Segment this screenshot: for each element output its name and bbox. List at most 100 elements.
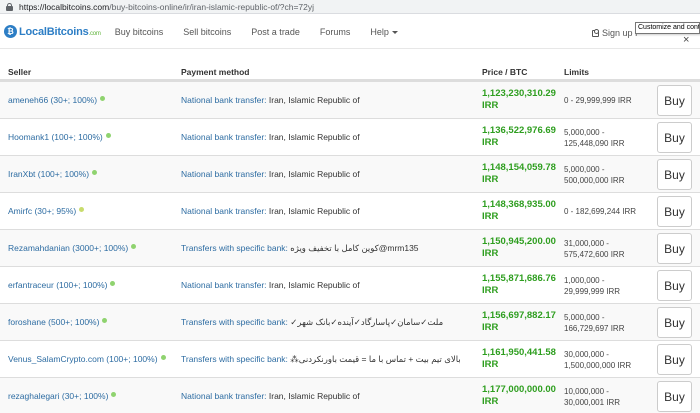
seller-link[interactable]: Amirfc (30+; 95%) [8,206,85,216]
price-per-btc: 1,155,871,686.76 IRR [482,273,556,296]
offers-table: Seller Payment method Price / BTC Limits… [0,63,700,413]
user-plus-icon [592,28,599,37]
payment-method-link[interactable]: National bank transfer: [181,169,267,179]
online-status-dot-icon [160,355,166,360]
payment-method: National bank transfer: Iran, Islamic Re… [181,169,360,179]
payment-method: National bank transfer: Iran, Islamic Re… [181,280,360,290]
payment-method: Transfers with specific bank: ⁂بالای تیم… [181,354,461,365]
payment-method: National bank transfer: Iran, Islamic Re… [181,95,360,105]
price-per-btc: 1,136,522,976.69 IRR [482,125,556,148]
seller-link[interactable]: foroshane (500+; 100%) [8,317,108,327]
payment-detail: Iran, Islamic Republic of [266,391,360,401]
trade-limits: 0 - 182,699,244 IRR [564,207,637,216]
seller-link[interactable]: Rezamahdanian (3000+; 100%) [8,243,137,253]
seller-link[interactable]: rezaghalegari (30+; 100%) [8,391,117,401]
buy-button[interactable]: Buy [657,381,692,412]
trade-limits: 1,000,000 -29,999,999 IRR [564,276,621,296]
payment-detail: Iran, Islamic Republic of [266,169,360,179]
trade-limits: 5,000,000 -166,729,697 IRR [564,313,625,333]
table-row: Amirfc (30+; 95%) National bank transfer:… [0,192,700,229]
buy-button[interactable]: Buy [657,196,692,227]
online-status-dot-icon [111,392,117,397]
buy-button[interactable]: Buy [657,233,692,264]
logo[interactable]: ₿ LocalBitcoins.com [4,25,101,38]
buy-button[interactable]: Buy [657,122,692,153]
online-status-dot-icon [131,244,137,249]
payment-detail: Iran, Islamic Republic of [266,132,360,142]
buy-button[interactable]: Buy [657,270,692,301]
bitcoin-logo-icon: ₿ [4,25,17,38]
payment-method-link[interactable]: Transfers with specific bank: [181,243,288,253]
close-icon[interactable]: × [683,34,689,46]
table-row: erfantraceur (100+; 100%) National bank t… [0,266,700,303]
seller-link[interactable]: Venus_SalamCrypto.com (100+; 100%) [8,354,166,364]
nav-buy-bitcoins[interactable]: Buy bitcoins [115,27,164,37]
table-row: Venus_SalamCrypto.com (100+; 100%) Transf… [0,340,700,377]
seller-link[interactable]: ameneh66 (30+; 100%) [8,95,106,105]
nav-post-a-trade[interactable]: Post a trade [251,27,300,37]
seller-link[interactable]: Hoomank1 (100+; 100%) [8,132,111,142]
browser-tooltip: Customize and cont [635,22,700,34]
buy-button[interactable]: Buy [657,344,692,375]
online-status-dot-icon [110,281,116,286]
table-row: rezaghalegari (30+; 100%) National bank t… [0,377,700,413]
payment-detail: ✓ملت✓سامان✓پاسارگاد✓آینده✓بانک شهر [287,317,444,327]
trade-limits: 5,000,000 -125,448,090 IRR [564,128,625,148]
payment-detail: Iran, Islamic Republic of [266,206,360,216]
payment-method-link[interactable]: National bank transfer: [181,206,267,216]
price-per-btc: 1,148,154,059.78 IRR [482,162,556,185]
payment-method-link[interactable]: Transfers with specific bank: [181,317,288,327]
trade-limits: 10,000,000 -30,000,001 IRR [564,387,621,407]
online-status-dot-icon [79,207,85,212]
table-row: foroshane (500+; 100%) Transfers with spe… [0,303,700,340]
table-header: Seller Payment method Price / BTC Limits [0,63,700,81]
price-per-btc: 1,150,945,200.00 IRR [482,236,556,259]
trade-limits: 30,000,000 -1,500,000,000 IRR [564,350,632,370]
payment-method: Transfers with specific bank: ‌کوین کامل… [181,243,419,254]
url-text[interactable]: https://localbitcoins.com/buy-bitcoins-o… [19,2,314,12]
chevron-down-icon [391,30,398,34]
trade-limits: 5,000,000 -500,000,000 IRR [564,165,625,185]
price-per-btc: 1,156,697,882.17 IRR [482,310,556,333]
header-payment-method: Payment method [181,67,250,77]
price-per-btc: 1,177,000,000.00 IRR [482,384,556,407]
payment-detail: ‌کوین کامل با تخفیف ویژه@mrm135 [287,243,419,253]
trade-limits: 31,000,000 -575,472,600 IRR [564,239,625,259]
table-row: ameneh66 (30+; 100%) National bank transf… [0,81,700,118]
buy-button[interactable]: Buy [657,159,692,190]
top-navbar: ₿ LocalBitcoins.com Buy bitcoins Sell bi… [0,15,700,49]
header-seller: Seller [8,67,32,77]
online-status-dot-icon [105,133,111,138]
seller-link[interactable]: IranXbt (100+; 100%) [8,169,98,179]
payment-detail: Iran, Islamic Republic of [266,95,360,105]
payment-method-link[interactable]: National bank transfer: [181,95,267,105]
payment-method: National bank transfer: Iran, Islamic Re… [181,391,360,401]
online-status-dot-icon [92,170,98,175]
payment-method-link[interactable]: National bank transfer: [181,391,267,401]
online-status-dot-icon [100,96,106,101]
price-per-btc: 1,123,230,310.29 IRR [482,88,556,111]
buy-button[interactable]: Buy [657,85,692,116]
online-status-dot-icon [102,318,108,323]
payment-method: Transfers with specific bank: ✓ملت✓سامان… [181,317,443,328]
lock-icon [6,2,13,11]
header-price: Price / BTC [482,67,528,77]
table-row: Rezamahdanian (3000+; 100%) Transfers wit… [0,229,700,266]
nav-forums[interactable]: Forums [320,27,351,37]
payment-detail: Iran, Islamic Republic of [266,280,360,290]
signup-link[interactable]: Sign up f [592,28,638,38]
payment-method: National bank transfer: Iran, Islamic Re… [181,206,360,216]
price-per-btc: 1,148,368,935.00 IRR [482,199,556,222]
trade-limits: 0 - 29,999,999 IRR [564,96,632,105]
price-per-btc: 1,161,950,441.58 IRR [482,347,556,370]
payment-method: National bank transfer: Iran, Islamic Re… [181,132,360,142]
payment-method-link[interactable]: National bank transfer: [181,132,267,142]
buy-button[interactable]: Buy [657,307,692,338]
address-bar[interactable]: https://localbitcoins.com/buy-bitcoins-o… [0,0,700,14]
payment-method-link[interactable]: Transfers with specific bank: [181,354,288,364]
nav-sell-bitcoins[interactable]: Sell bitcoins [183,27,231,37]
payment-detail: ⁂بالای تیم بیت + تماس با ما = قیمت باورن… [287,354,461,364]
seller-link[interactable]: erfantraceur (100+; 100%) [8,280,116,290]
payment-method-link[interactable]: National bank transfer: [181,280,267,290]
nav-help[interactable]: Help [370,27,398,37]
